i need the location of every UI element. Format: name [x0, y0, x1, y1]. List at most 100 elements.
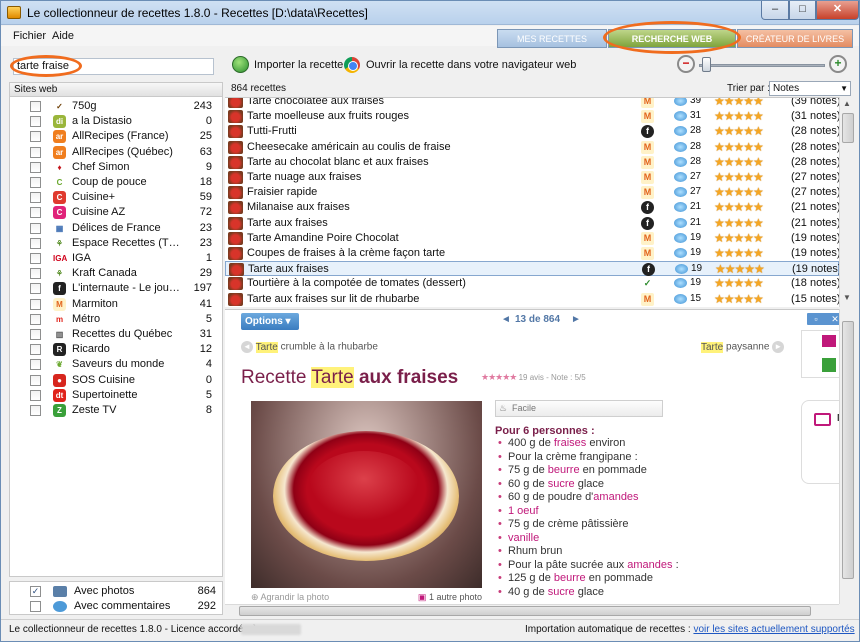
site-checkbox[interactable] [30, 237, 41, 249]
site-checkbox[interactable] [30, 268, 41, 280]
site-checkbox[interactable] [30, 329, 41, 340]
site-checkbox[interactable] [30, 298, 41, 310]
site-item[interactable]: M Marmiton 41 [10, 297, 222, 312]
site-checkbox[interactable] [30, 192, 41, 204]
site-checkbox[interactable] [30, 359, 41, 371]
result-row[interactable]: Tarte nuage aux fraises M 27 ★★★★★ (27 notes… [225, 170, 841, 185]
site-checkbox[interactable] [30, 313, 41, 325]
scroll-down-icon[interactable]: ▼ [843, 293, 851, 302]
result-row[interactable]: Tarte Amandine Poire Chocolat M 19 ★★★★★ (19… [225, 231, 841, 246]
detail-hscroll-thumb[interactable] [239, 606, 811, 616]
result-row[interactable]: Tarte au chocolat blanc et aux fraises M 2… [225, 155, 841, 170]
site-item[interactable]: ⚘ Kraft Canada 29 [10, 266, 222, 281]
site-checkbox[interactable] [30, 222, 41, 234]
site-checkbox[interactable] [30, 405, 41, 416]
result-row[interactable]: Tarte aux fraises f 21 ★★★★★ (21 notes) [225, 216, 841, 231]
result-row[interactable]: Tourtière à la compotée de tomates (dess… [225, 276, 841, 291]
result-row[interactable]: Tarte aux fraises sur lit de rhubarbe M 15… [225, 292, 841, 307]
more-photos-link[interactable]: ▣ 1 autre photo [418, 592, 482, 603]
result-row[interactable]: Tarte moelleuse aux fruits rouges M 31 ★★★★… [225, 109, 841, 124]
site-item[interactable]: ❦ Saveurs du monde 4 [10, 357, 222, 372]
site-checkbox[interactable] [30, 116, 41, 128]
site-item[interactable]: ar AllRecipes (France) 25 [10, 129, 222, 144]
site-checkbox[interactable] [30, 101, 41, 112]
supported-sites-link[interactable]: voir les sites actuellement supportés [693, 624, 854, 635]
result-row[interactable]: Cheesecake américain au coulis de fraise… [225, 140, 841, 155]
result-row[interactable]: Tarte aux fraises f 19 ★★★★★ (19 notes) [225, 261, 842, 277]
site-item[interactable]: Z Zeste TV 8 [10, 403, 222, 418]
filter-item[interactable]: Avec commentaires 292 [10, 599, 222, 614]
results-scrollbar[interactable]: ▲ ▼ [839, 97, 855, 307]
site-checkbox[interactable] [30, 146, 41, 158]
detail-scroll-thumb[interactable] [842, 321, 854, 579]
site-item[interactable]: ✓ 750g 243 [10, 99, 222, 114]
options-button[interactable]: Options ▾ [241, 313, 299, 330]
next-recipe-link[interactable]: Tarte paysanne ► [701, 341, 785, 353]
close-button[interactable]: ✕ [816, 1, 859, 20]
import-icon[interactable] [232, 56, 249, 73]
site-item[interactable]: ▥ Recettes du Québec 31 [10, 327, 222, 342]
site-item[interactable]: C Cuisine AZ 72 [10, 205, 222, 220]
zoom-out-icon[interactable]: − [677, 55, 695, 73]
site-item[interactable]: ar AllRecipes (Québec) 63 [10, 145, 222, 160]
tab-book-creator[interactable]: CRÉATEUR DE LIVRES [737, 29, 853, 48]
site-checkbox[interactable] [30, 389, 41, 401]
supertoinette-icon: dt [53, 388, 66, 402]
zoom-in-icon[interactable]: + [829, 55, 847, 73]
site-name: Cuisine+ [72, 191, 116, 204]
site-item[interactable]: dt Supertoinette 5 [10, 388, 222, 403]
site-item[interactable]: ♦ Chef Simon 9 [10, 160, 222, 175]
site-checkbox[interactable] [30, 344, 41, 356]
site-checkbox[interactable] [30, 177, 41, 188]
filter-item[interactable]: ✓ Avec photos 864 [10, 584, 222, 599]
results-scroll-thumb[interactable] [842, 113, 854, 143]
recipe-photo[interactable] [251, 401, 482, 588]
next-page-icon[interactable]: ► [571, 314, 581, 325]
site-checkbox[interactable] [30, 253, 41, 264]
comment-count: 28 [690, 125, 702, 137]
result-row[interactable]: Coupes de fraises à la crème façon tarte… [225, 246, 841, 261]
tab-my-recipes[interactable]: MES RECETTES [497, 29, 607, 48]
site-checkbox[interactable] [30, 283, 41, 295]
result-row[interactable]: Milanaise aux fraises f 21 ★★★★★ (21 notes) [225, 200, 841, 215]
page-info: 13 de 864 [515, 314, 561, 325]
site-checkbox[interactable] [30, 131, 41, 143]
zoom-slider-thumb[interactable] [702, 57, 712, 72]
site-item[interactable]: di a la Distasio 0 [10, 114, 222, 129]
scroll-up-icon[interactable]: ▲ [843, 99, 851, 108]
photo-icon: ▣ [417, 592, 427, 602]
source-icon: M [641, 110, 654, 124]
site-item[interactable]: IGA IGA 1 [10, 251, 222, 266]
prev-page-icon[interactable]: ◄ [501, 314, 511, 325]
site-count: 23 [199, 236, 212, 249]
previous-recipe-link[interactable]: ◄ Tarte crumble à la rhubarbe [241, 341, 378, 353]
import-recipe-button[interactable]: Importer la recette [254, 59, 343, 71]
sort-select[interactable]: Notes ▼ [769, 81, 851, 96]
minimize-button[interactable]: – [761, 1, 789, 20]
detail-scrollbar[interactable] [839, 309, 855, 604]
restore-icon[interactable]: ▫ [810, 313, 822, 325]
site-item[interactable]: C Coup de pouce 18 [10, 175, 222, 190]
site-item[interactable]: m Métro 5 [10, 312, 222, 327]
site-item[interactable]: ● SOS Cuisine 0 [10, 373, 222, 388]
comment-icon [674, 293, 687, 304]
site-checkbox[interactable] [30, 374, 41, 386]
site-item[interactable]: C Cuisine+ 59 [10, 190, 222, 205]
result-row[interactable]: Fraisier rapide M 27 ★★★★★ (27 notes) [225, 185, 841, 200]
filter-checkbox[interactable]: ✓ [30, 586, 41, 597]
result-row[interactable]: Tarte chocolatée aux fraises M 39 ★★★★★ (39 … [225, 98, 841, 109]
enlarge-photo-link[interactable]: ⊕ Agrandir la photo [251, 592, 329, 602]
zoom-slider[interactable] [699, 64, 825, 67]
site-item[interactable]: R Ricardo 12 [10, 342, 222, 357]
detail-hscrollbar[interactable] [225, 604, 839, 617]
site-item[interactable]: ▦ Délices de France 23 [10, 221, 222, 236]
open-in-browser-button[interactable]: Ouvrir la recette dans votre navigateur … [366, 59, 576, 71]
filter-checkbox[interactable] [30, 601, 41, 612]
result-row[interactable]: Tutti-Frutti f 28 ★★★★★ (28 notes) [225, 124, 841, 139]
site-checkbox[interactable] [30, 161, 41, 173]
site-item[interactable]: f L'internaute - Le journ... 197 [10, 281, 222, 296]
site-checkbox[interactable] [30, 207, 41, 219]
site-item[interactable]: ⚘ Espace Recettes (Ther... 23 [10, 236, 222, 251]
browser-icon[interactable] [344, 57, 360, 73]
maximize-button[interactable]: □ [789, 1, 816, 20]
